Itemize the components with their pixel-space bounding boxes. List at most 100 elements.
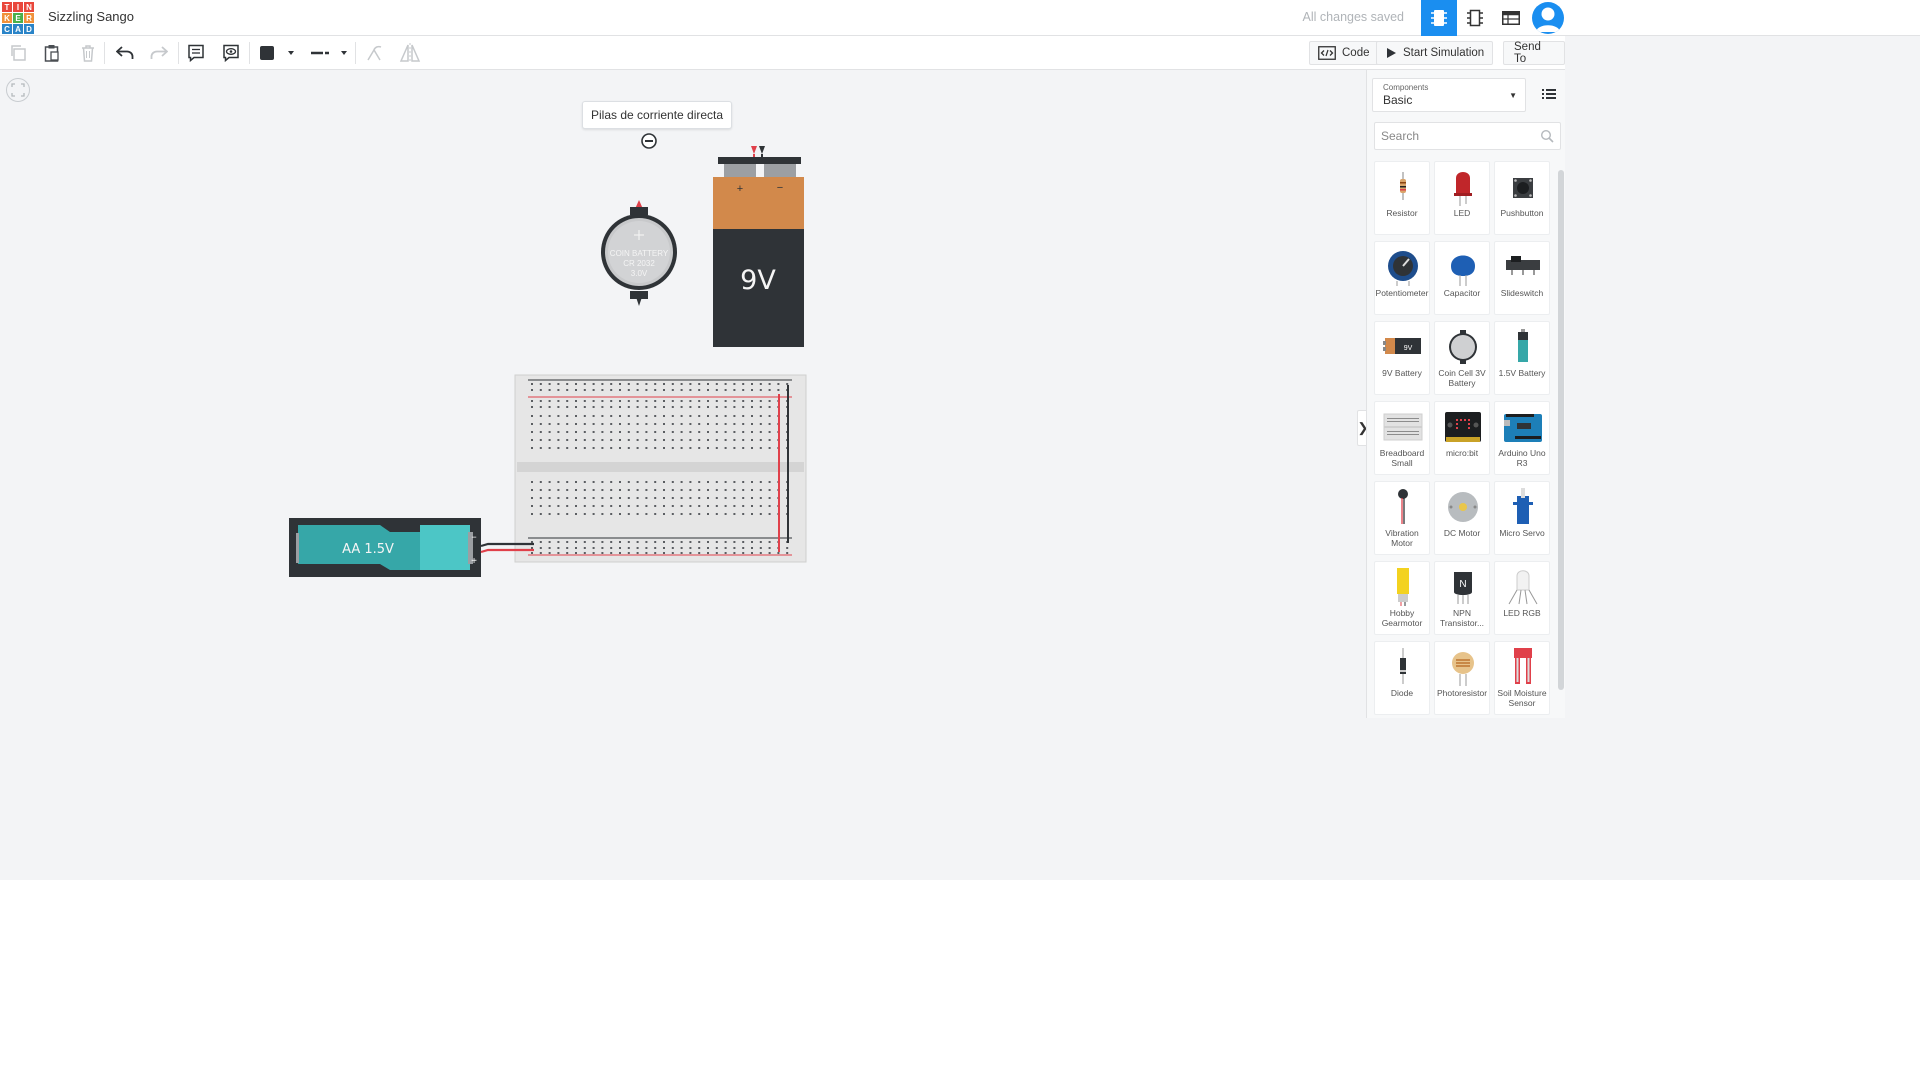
soil-moisture-icon <box>1514 648 1532 684</box>
minus-icon: − <box>471 532 476 542</box>
flip-icon <box>399 43 421 63</box>
component-label: Soil Moisture Sensor <box>1497 688 1547 708</box>
category-value: Basic <box>1383 93 1413 107</box>
flip-button[interactable] <box>397 40 423 66</box>
rotate-button[interactable] <box>361 40 387 66</box>
tinkercad-app: T I N K E R C A D Sizzling Sango All cha… <box>0 0 1920 880</box>
components-category-select[interactable]: Components Basic ▼ <box>1372 78 1526 112</box>
notes-visibility-button[interactable] <box>218 40 244 66</box>
copy-button[interactable] <box>5 40 31 66</box>
paste-icon <box>44 45 59 62</box>
component-search <box>1374 122 1561 150</box>
component-label: Diode <box>1390 688 1414 698</box>
component-resistor[interactable]: Resistor <box>1374 161 1430 235</box>
component-micro-servo[interactable]: Micro Servo <box>1494 481 1550 555</box>
component-led[interactable]: LED <box>1434 161 1490 235</box>
logo-letter: T <box>2 2 12 12</box>
component-slideswitch[interactable]: Slideswitch <box>1494 241 1550 315</box>
circuit-view-button[interactable] <box>1421 0 1457 36</box>
component-label: Photoresistor <box>1436 688 1488 698</box>
wire-style-picker[interactable] <box>306 40 352 66</box>
component-label: Breadboard Small <box>1379 448 1425 468</box>
component-microbit[interactable]: micro:bit <box>1434 401 1490 475</box>
photoresistor-icon <box>1452 652 1474 686</box>
capacitor-icon <box>1451 255 1475 286</box>
toolbar-divider <box>178 42 179 64</box>
project-title[interactable]: Sizzling Sango <box>48 9 134 24</box>
rotate-icon <box>367 45 382 61</box>
component-breadboard-small[interactable]: Breadboard Small <box>1374 401 1430 475</box>
component-9v-battery[interactable]: 9V 9V Battery <box>1374 321 1430 395</box>
coin-cell-icon <box>1449 330 1477 364</box>
component-pushbutton[interactable]: Pushbutton <box>1494 161 1550 235</box>
component-arduino-uno-r3[interactable]: Arduino Uno R3 <box>1494 401 1550 475</box>
component-diode[interactable]: Diode <box>1374 641 1430 715</box>
component-label: DC Motor <box>1443 528 1481 538</box>
component-label: Pushbutton <box>1500 208 1544 218</box>
line-style-icon <box>311 51 347 55</box>
component-label: Arduino Uno R3 <box>1498 448 1546 468</box>
logo-letter: D <box>24 24 34 34</box>
color-picker[interactable] <box>255 40 297 66</box>
code-button[interactable]: Code <box>1309 41 1379 65</box>
component-label: Resistor <box>1386 208 1418 218</box>
redo-button[interactable] <box>146 40 172 66</box>
panel-scrollbar[interactable] <box>1558 170 1564 690</box>
logo-letter: N <box>24 2 34 12</box>
component-npn-transistor[interactable]: N NPN Transistor... <box>1434 561 1490 635</box>
tinkercad-logo[interactable]: T I N K E R C A D <box>2 2 34 34</box>
component-dc-motor[interactable]: DC Motor <box>1434 481 1490 555</box>
component-list-view-button[interactable] <box>1493 0 1529 36</box>
search-input[interactable] <box>1375 123 1535 149</box>
battery-9v[interactable]: + − 9V <box>713 146 804 347</box>
logo-letter: I <box>13 2 23 12</box>
plus-icon: + <box>737 183 743 195</box>
pushbutton-icon <box>1513 178 1533 198</box>
component-hobby-gearmotor[interactable]: Hobby Gearmotor <box>1374 561 1430 635</box>
trash-icon <box>82 45 94 62</box>
undo-button[interactable] <box>112 40 138 66</box>
component-soil-moisture-sensor[interactable]: Soil Moisture Sensor <box>1494 641 1550 715</box>
component-capacitor[interactable]: Capacitor <box>1434 241 1490 315</box>
minus-icon: − <box>777 182 783 194</box>
coin-battery[interactable]: COIN BATTERY CR 2032 3.0V <box>601 200 677 306</box>
schematic-view-button[interactable] <box>1457 0 1493 36</box>
component-label: 1.5V Battery <box>1498 368 1546 378</box>
coin-battery-label: COIN BATTERY <box>610 249 669 258</box>
component-led-rgb[interactable]: LED RGB <box>1494 561 1550 635</box>
search-icon[interactable] <box>1540 129 1554 143</box>
component-vibration-motor[interactable]: Vibration Motor <box>1374 481 1430 555</box>
circuit-canvas[interactable]: Pilas de corriente directa COIN BATTERY <box>0 70 1366 718</box>
svg-text:9V: 9V <box>1404 345 1413 352</box>
code-icon <box>1318 46 1336 60</box>
component-label: 9V Battery <box>1382 368 1422 378</box>
rgb-led-icon <box>1508 570 1538 605</box>
component-label: Potentiometer <box>1375 288 1429 298</box>
list-view-button[interactable] <box>1539 84 1559 104</box>
breadboard-small[interactable] <box>514 374 807 563</box>
start-simulation-button[interactable]: Start Simulation <box>1376 41 1494 65</box>
battery-aa-icon <box>1518 329 1528 362</box>
chip-icon <box>1431 10 1447 26</box>
battery-aa[interactable]: AA 1.5V − + <box>289 518 534 577</box>
code-button-label: Code <box>1342 47 1370 59</box>
send-to-button[interactable]: Send To <box>1503 41 1565 65</box>
eye-note-icon <box>223 44 239 62</box>
resistor-icon <box>1400 172 1406 200</box>
component-label: micro:bit <box>1445 448 1479 458</box>
delete-button[interactable] <box>75 40 101 66</box>
component-label: Hobby Gearmotor <box>1381 608 1423 628</box>
component-coin-cell-battery[interactable]: Coin Cell 3V Battery <box>1434 321 1490 395</box>
component-1-5v-battery[interactable]: 1.5V Battery <box>1494 321 1550 395</box>
paste-button[interactable] <box>39 40 65 66</box>
components-grid: Resistor LED Pushbutton Potentiometer Ca… <box>1374 161 1552 715</box>
play-icon <box>1387 48 1396 58</box>
micro-servo-icon <box>1513 488 1533 524</box>
user-avatar[interactable] <box>1532 2 1564 34</box>
schematic-icon <box>1467 9 1483 27</box>
list-icon <box>1542 89 1556 99</box>
component-potentiometer[interactable]: Potentiometer <box>1374 241 1430 315</box>
component-photoresistor[interactable]: Photoresistor <box>1434 641 1490 715</box>
notes-button[interactable] <box>183 40 209 66</box>
microbit-icon <box>1445 412 1481 442</box>
